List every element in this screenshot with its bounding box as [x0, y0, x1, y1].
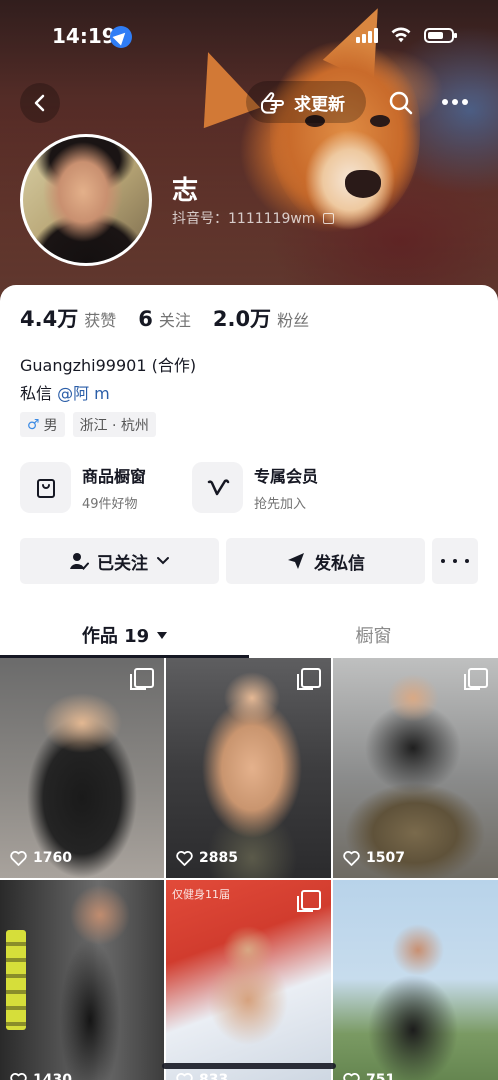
banner-dog-image	[270, 40, 420, 230]
status-bar: 14:19	[0, 22, 498, 52]
profile-shortcuts: 商品橱窗 49件好物 专属会员 抢先加入	[20, 462, 364, 513]
bio-prefix: 私信	[20, 384, 58, 403]
banner-dog-nose	[345, 170, 381, 198]
heart-icon	[10, 850, 27, 866]
video-tile[interactable]: 1507	[333, 658, 498, 878]
douyin-id-text: 抖音号：1111119wm	[172, 211, 316, 227]
video-tile[interactable]: 751	[333, 880, 498, 1080]
tab-works[interactable]: 作品 19	[0, 612, 249, 658]
request-update-label: 求更新	[294, 94, 345, 115]
search-icon[interactable]	[388, 90, 414, 116]
like-count: 1430	[10, 1072, 72, 1080]
request-update-button[interactable]: 求更新	[246, 81, 366, 123]
like-count: 2885	[176, 850, 238, 866]
more-options-button[interactable]	[442, 92, 472, 112]
like-count-text: 833	[199, 1072, 229, 1080]
battery-icon	[424, 28, 457, 43]
wifi-icon	[391, 27, 411, 43]
stat-number: 2.0万	[212, 307, 272, 331]
profile-tags: ♂ 男 浙江 · 杭州	[20, 412, 156, 437]
shortcut-title: 商品橱窗	[82, 467, 147, 486]
tab-works-label: 作品 19	[81, 626, 150, 647]
chevron-down-icon	[157, 557, 169, 565]
multi-image-icon	[297, 668, 321, 690]
weight-plates-image	[6, 930, 26, 1030]
video-tile[interactable]: 2885	[166, 658, 331, 878]
heart-icon	[176, 1072, 193, 1080]
send-message-label: 发私信	[314, 553, 365, 574]
stat-likes[interactable]: 4.4万 获赞	[20, 303, 116, 333]
bio-line-1: Guangzhi99901 (合作)	[20, 356, 197, 375]
stat-label: 获赞	[84, 311, 117, 330]
multi-image-icon	[464, 668, 488, 690]
multi-image-icon	[130, 668, 154, 690]
video-tile[interactable]: 1760	[0, 658, 164, 878]
caret-down-icon	[157, 631, 168, 639]
video-tile[interactable]: 1430	[0, 880, 164, 1080]
like-count: 1760	[10, 850, 72, 866]
banner-dog-ear	[179, 41, 261, 129]
banner-dog-eye	[370, 115, 390, 127]
hand-pointing-icon	[261, 92, 284, 114]
bio-mention-link[interactable]: @阿 m	[57, 384, 110, 403]
profile-actions: 已关注 发私信	[20, 538, 478, 584]
like-count-text: 1430	[33, 1072, 72, 1080]
like-count-text: 1760	[33, 850, 72, 866]
location-tag: 浙江 · 杭州	[72, 412, 156, 437]
more-actions-button[interactable]	[432, 538, 478, 584]
like-count: 751	[343, 1072, 395, 1080]
vip-icon	[192, 462, 243, 513]
chevron-left-icon	[34, 94, 45, 112]
user-check-icon	[70, 553, 89, 570]
back-button[interactable]	[20, 83, 60, 123]
gender-tag: ♂ 男	[20, 412, 65, 437]
location-label: 浙江 · 杭州	[79, 417, 149, 434]
avatar[interactable]	[20, 134, 152, 266]
profile-stats: 4.4万 获赞 6 关注 2.0万 粉丝	[20, 303, 331, 333]
douyin-id[interactable]: 抖音号：1111119wm	[172, 208, 335, 228]
like-count-text: 751	[366, 1072, 396, 1080]
stat-number: 4.4万	[20, 307, 79, 331]
shortcut-subtitle: 抢先加入	[254, 497, 307, 512]
content-tabs: 作品 19 橱窗	[0, 612, 498, 658]
cellular-signal-icon	[356, 28, 378, 43]
stat-label: 关注	[158, 311, 191, 330]
membership-shortcut[interactable]: 专属会员 抢先加入	[192, 462, 364, 513]
multi-image-icon	[297, 890, 321, 912]
stat-followers[interactable]: 2.0万 粉丝	[213, 303, 309, 333]
male-icon: ♂	[27, 416, 40, 433]
tab-shop-window-label: 橱窗	[355, 626, 392, 647]
heart-icon	[176, 850, 193, 866]
video-grid: 1760 2885 1507 1430 仅健身11届 833 751	[0, 658, 498, 1080]
paper-plane-icon	[288, 553, 304, 569]
heart-icon	[10, 1072, 27, 1080]
stat-number: 6	[138, 307, 153, 331]
profile-name: 志	[172, 176, 199, 206]
location-arrow-icon	[110, 26, 132, 48]
copy-icon[interactable]	[323, 212, 335, 224]
bio-line-2: 私信 @阿 m	[20, 380, 110, 404]
shortcut-subtitle: 49件好物	[82, 497, 138, 512]
like-count: 833	[176, 1072, 228, 1080]
home-indicator[interactable]	[162, 1063, 336, 1069]
stat-following[interactable]: 6 关注	[138, 307, 191, 331]
video-tile[interactable]: 仅健身11届 833	[166, 880, 331, 1080]
like-count-text: 1507	[366, 850, 405, 866]
followed-button[interactable]: 已关注	[20, 538, 219, 584]
send-message-button[interactable]: 发私信	[226, 538, 425, 584]
video-overlay-text: 仅健身11届	[172, 888, 230, 901]
stat-label: 粉丝	[277, 311, 310, 330]
followed-label: 已关注	[97, 553, 148, 574]
status-time: 14:19	[52, 24, 116, 48]
gender-label: 男	[43, 417, 58, 434]
shop-window-shortcut[interactable]: 商品橱窗 49件好物	[20, 462, 192, 513]
shortcut-title: 专属会员	[254, 467, 319, 486]
tab-shop-window[interactable]: 橱窗	[249, 612, 498, 658]
heart-icon	[343, 850, 360, 866]
like-count-text: 2885	[199, 850, 238, 866]
shopping-bag-icon	[20, 462, 71, 513]
heart-icon	[343, 1072, 360, 1080]
like-count: 1507	[343, 850, 405, 866]
